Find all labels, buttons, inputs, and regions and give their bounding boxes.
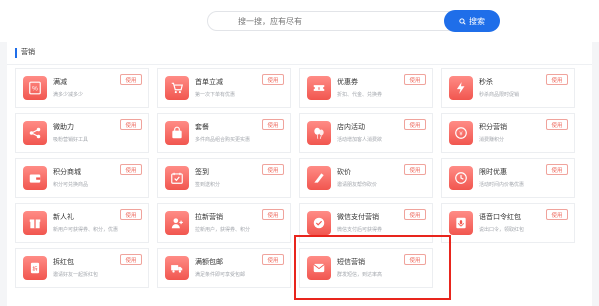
use-button[interactable]: 使用 — [546, 164, 568, 175]
balloon-icon — [307, 121, 331, 145]
use-button[interactable]: 使用 — [404, 164, 426, 175]
svg-text:%: % — [32, 85, 38, 92]
tool-name: 积分营销 — [479, 124, 507, 131]
tool-name: 积分商城 — [53, 169, 81, 176]
tool-desc: 吸粉营销好工具 — [53, 137, 89, 143]
tool-desc: 满多少减多少 — [53, 92, 84, 98]
tool-card[interactable]: 首单立减第一次下单有优惠 使用 — [157, 68, 291, 108]
use-button[interactable]: 使用 — [546, 119, 568, 130]
bag-icon — [165, 121, 189, 145]
tool-name: 砍价 — [337, 169, 351, 176]
gift-icon — [23, 211, 47, 235]
tool-name: 限时优惠 — [479, 169, 507, 176]
use-button[interactable]: 使用 — [262, 209, 284, 220]
search-button-label: 搜索 — [469, 16, 485, 26]
tool-name: 首单立减 — [195, 79, 223, 86]
coin-icon: ¥ — [449, 121, 473, 145]
tool-card[interactable]: ¥ 积分营销消费赚积分 使用 — [441, 113, 575, 153]
use-button[interactable]: 使用 — [404, 74, 426, 85]
tool-card[interactable]: 签到签到送积分 使用 — [157, 158, 291, 198]
tool-card[interactable]: 满额包邮满足条件即可享受包邮 使用 — [157, 248, 291, 288]
tool-name: 新人礼 — [53, 214, 74, 221]
use-button[interactable]: 使用 — [120, 209, 142, 220]
percent-icon: % — [23, 76, 47, 100]
tool-desc: 邀请好友一起拆红包 — [53, 272, 99, 278]
tool-name: 满减 — [53, 79, 67, 86]
tool-desc: 满足条件即可享受包邮 — [195, 272, 246, 278]
tool-name: 签到 — [195, 169, 209, 176]
tool-name: 拆红包 — [53, 259, 74, 266]
use-button[interactable]: 使用 — [262, 164, 284, 175]
svg-text:¥: ¥ — [459, 131, 463, 137]
tool-desc: 微信支付后可获得券 — [337, 227, 383, 233]
tool-desc: 折扣、代金、兑换券 — [337, 92, 383, 98]
tool-card[interactable]: 微助力吸粉营销好工具 使用 — [15, 113, 149, 153]
tool-desc: 签到送积分 — [195, 182, 221, 188]
search-bar: 搜索 — [0, 0, 599, 42]
tool-name: 满额包邮 — [195, 259, 223, 266]
tool-desc: 邀请朋友帮你砍价 — [337, 182, 378, 188]
lightning-icon — [449, 76, 473, 100]
search-icon — [459, 17, 466, 25]
tool-card[interactable]: 新人礼新用户可获得券、积分，优惠 使用 — [15, 203, 149, 243]
tool-card[interactable]: 秒杀秒杀商品限时促销 使用 — [441, 68, 575, 108]
tool-card[interactable]: 语音口令红包 说出口令，领取红包 使用 — [441, 203, 575, 243]
tool-desc: 多件商品组合购买更实惠 — [195, 137, 251, 143]
use-button[interactable]: 使用 — [262, 119, 284, 130]
search-button[interactable]: 搜索 — [444, 10, 500, 32]
use-button[interactable]: 使用 — [262, 74, 284, 85]
tool-desc: 第一次下单有优惠 — [195, 92, 236, 98]
tool-name: 语音口令红包 — [479, 214, 521, 221]
tool-card[interactable]: ¥ 优惠券折扣、代金、兑换券 使用 — [299, 68, 433, 108]
tool-card[interactable]: 限时优惠活动时间内价格优惠 使用 — [441, 158, 575, 198]
cart-icon — [165, 76, 189, 100]
clock-icon — [449, 166, 473, 190]
use-button[interactable]: 使用 — [404, 119, 426, 130]
tool-card[interactable]: 拆拆红包邀请好友一起拆红包 使用 — [15, 248, 149, 288]
tool-desc: 活动增加客人消费欲 — [337, 137, 383, 143]
tool-desc: 消费赚积分 — [479, 137, 505, 143]
wallet-icon — [23, 166, 47, 190]
divider — [7, 64, 592, 65]
truck-icon — [165, 256, 189, 280]
use-button[interactable]: 使用 — [120, 119, 142, 130]
tool-desc: 秒杀商品限时促销 — [479, 92, 520, 98]
search-input[interactable] — [207, 11, 473, 31]
tool-card[interactable]: 积分商城积分可兑换商品 使用 — [15, 158, 149, 198]
use-button[interactable]: 使用 — [262, 254, 284, 265]
tool-desc: 活动时间内价格优惠 — [479, 182, 525, 188]
tool-card[interactable]: 店内活动活动增加客人消费欲 使用 — [299, 113, 433, 153]
mic-envelope-icon — [449, 211, 473, 235]
tool-name: 套餐 — [195, 124, 209, 131]
use-button[interactable]: 使用 — [120, 74, 142, 85]
highlight-box — [294, 235, 451, 300]
user-plus-icon — [165, 211, 189, 235]
calendar-check-icon — [165, 166, 189, 190]
use-button[interactable]: 使用 — [546, 74, 568, 85]
tool-name: 店内活动 — [337, 124, 365, 131]
share-icon — [23, 121, 47, 145]
tool-desc: 说出口令，领取红包 — [479, 227, 525, 233]
tool-desc: 积分可兑换商品 — [53, 182, 89, 188]
tool-card[interactable]: 套餐多件商品组合购买更实惠 使用 — [157, 113, 291, 153]
red-packet-icon: 拆 — [23, 256, 47, 280]
tool-name: 优惠券 — [337, 79, 358, 86]
tool-name: 拉新营销 — [195, 214, 223, 221]
use-button[interactable]: 使用 — [120, 164, 142, 175]
tool-desc: 新用户可获得券、积分，优惠 — [53, 227, 119, 233]
tool-card[interactable]: % 满减满多少减多少 使用 — [15, 68, 149, 108]
ticket-icon: ¥ — [307, 76, 331, 100]
use-button[interactable]: 使用 — [546, 209, 568, 220]
knife-icon — [307, 166, 331, 190]
section-title: 营销 — [15, 48, 35, 58]
tool-card[interactable]: 拉新营销拉新用户，获得券、积分 使用 — [157, 203, 291, 243]
use-button[interactable]: 使用 — [120, 254, 142, 265]
tool-name: 秒杀 — [479, 79, 493, 86]
tool-card[interactable]: 砍价邀请朋友帮你砍价 使用 — [299, 158, 433, 198]
tool-name: 微信支付营销 — [337, 214, 379, 221]
tool-desc: 拉新用户，获得券、积分 — [195, 227, 251, 233]
tool-name: 微助力 — [53, 124, 74, 131]
use-button[interactable]: 使用 — [404, 209, 426, 220]
check-circle-icon — [307, 211, 331, 235]
